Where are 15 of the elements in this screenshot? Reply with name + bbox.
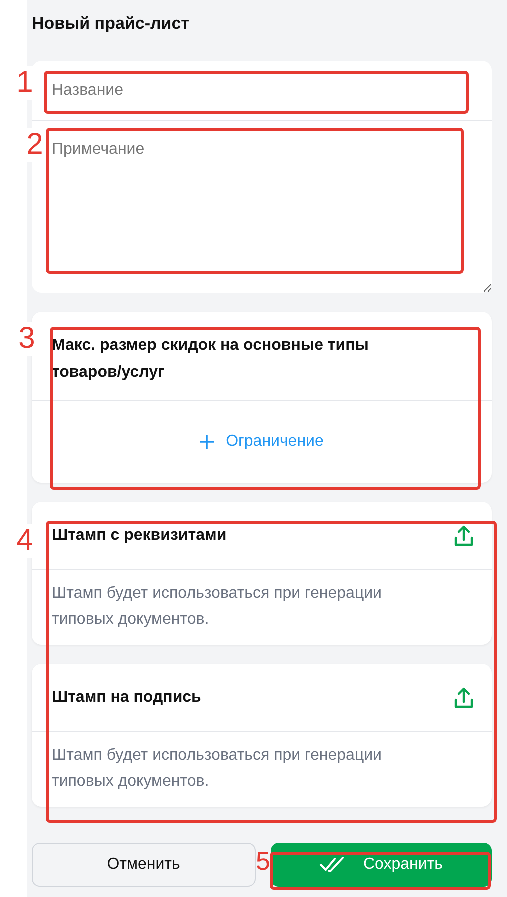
upload-icon[interactable]	[454, 524, 474, 546]
cancel-button[interactable]: Отменить	[32, 843, 256, 887]
page-title: Новый прайс-лист	[32, 13, 191, 35]
stamp-description: Штамп будет использоваться при генерации типовых документов.	[51, 746, 383, 792]
upload-icon[interactable]	[454, 686, 474, 708]
add-limit-button[interactable]: Ограничение	[196, 429, 328, 455]
double-check-icon	[319, 857, 346, 873]
card-title: Штамп на подпись	[52, 688, 202, 706]
plus-icon	[200, 435, 214, 449]
save-button[interactable]: Сохранить	[270, 843, 492, 887]
name-field[interactable]: Название	[32, 61, 492, 121]
annotation-number: 5	[256, 845, 270, 878]
annotation-number: 4	[14, 524, 36, 558]
card-title: Штамп с реквизитами	[52, 526, 227, 544]
stamp-description: Штамп будет использоваться при генерации типовых документов.	[51, 584, 383, 630]
